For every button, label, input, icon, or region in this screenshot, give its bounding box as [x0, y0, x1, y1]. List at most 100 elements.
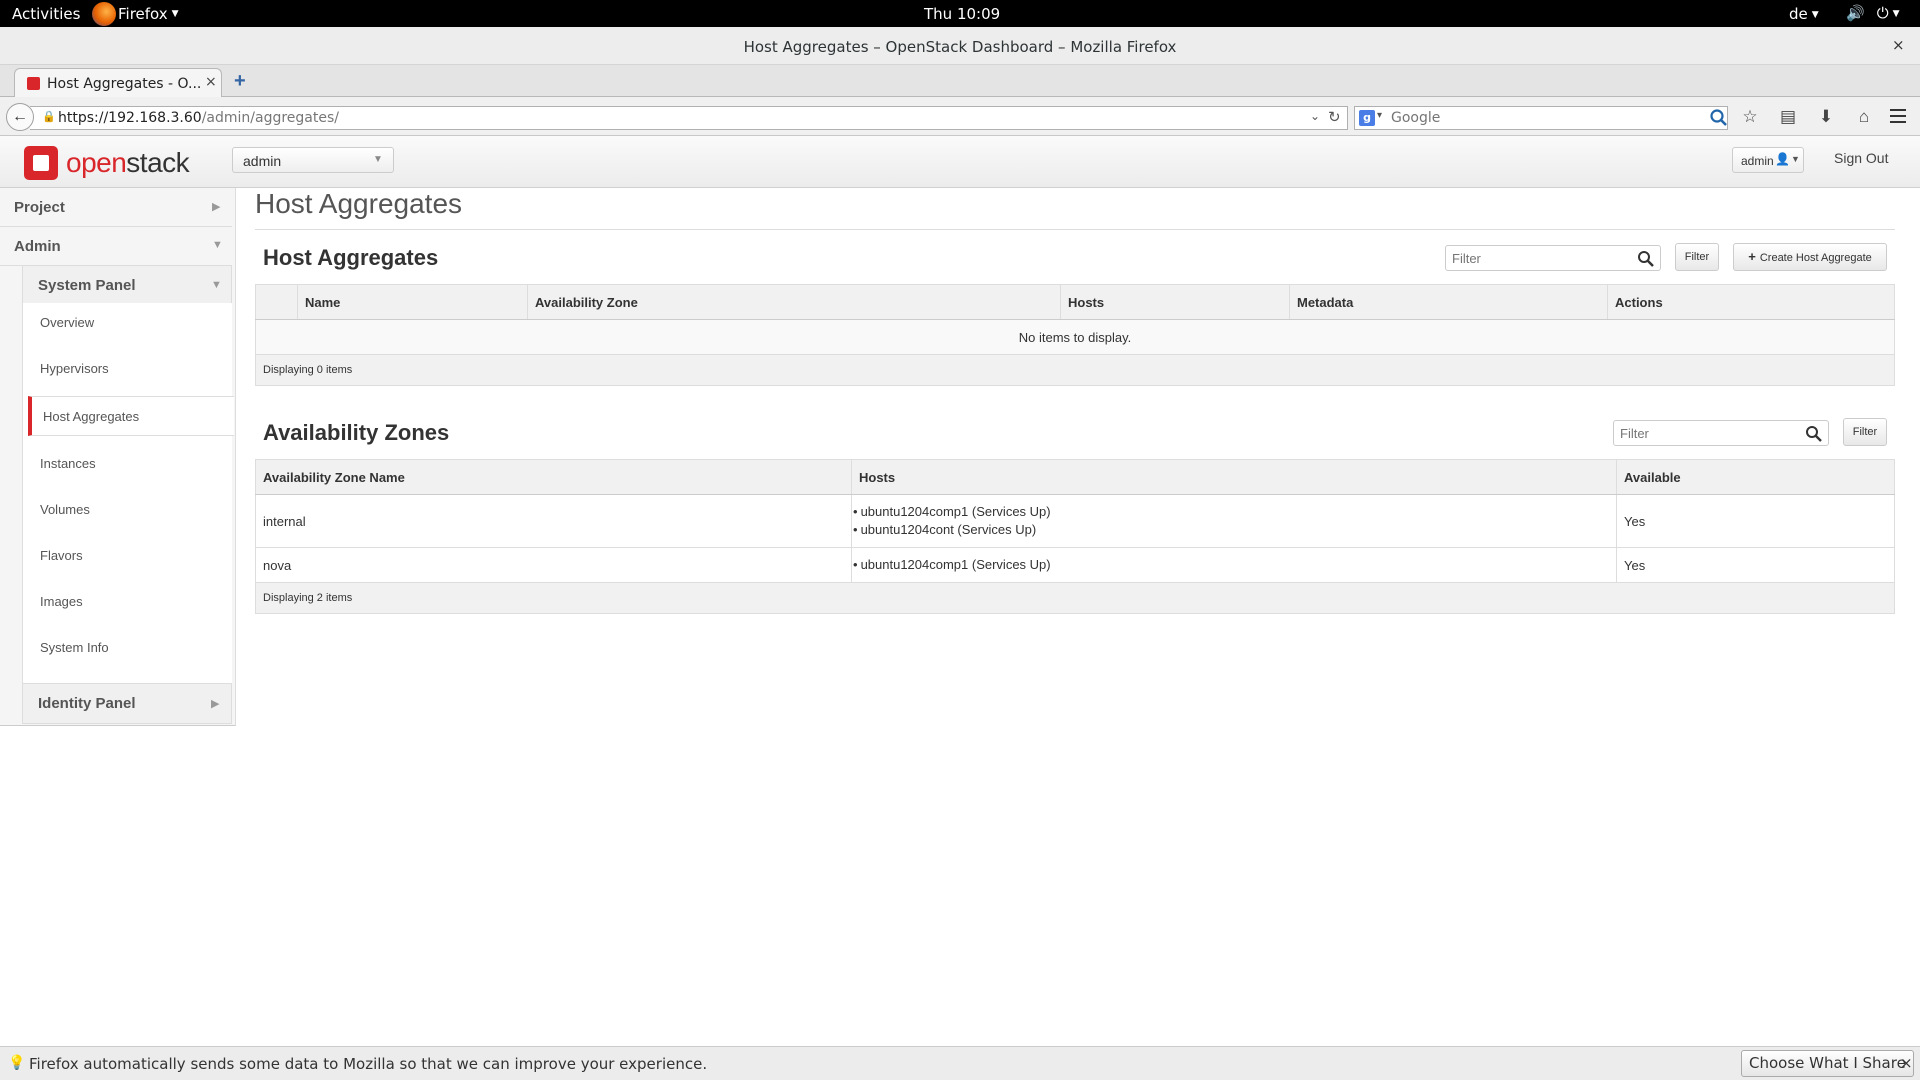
user-menu-label: admin	[1741, 154, 1774, 168]
aggregates-filter-field[interactable]	[1445, 245, 1661, 271]
zones-filter-field[interactable]	[1613, 420, 1829, 446]
zones-section-title: Availability Zones	[263, 420, 450, 445]
chevron-down-icon: ▼	[211, 279, 222, 291]
aggregates-filter-button[interactable]: Filter	[1675, 243, 1719, 271]
aggregates-table: Name Availability Zone Hosts Metadata Ac…	[255, 284, 1895, 386]
new-tab-button[interactable]: +	[234, 70, 246, 93]
list-item: ubuntu1204cont (Services Up)	[860, 521, 1609, 539]
sidebar-item-label: Volumes	[40, 502, 90, 517]
list-item: ubuntu1204comp1 (Services Up)	[860, 503, 1609, 521]
sidebar-item-system-info[interactable]: System Info	[23, 628, 233, 668]
column-header[interactable]: Hosts	[851, 459, 1617, 495]
choose-what-i-share-button[interactable]: Choose What I Share	[1741, 1050, 1914, 1077]
hamburger-menu-icon[interactable]	[1886, 105, 1910, 129]
history-dropdown-icon[interactable]: ⌄	[1310, 109, 1320, 123]
lock-icon[interactable]: 🔒	[42, 110, 56, 123]
column-header[interactable]: Availability Zone Name	[255, 459, 852, 495]
sign-out-link[interactable]: Sign Out	[1834, 150, 1888, 166]
sidebar-panel-label: Identity Panel	[38, 695, 136, 712]
home-icon[interactable]: ⌂	[1852, 105, 1876, 129]
sidebar-item-volumes[interactable]: Volumes	[23, 490, 233, 530]
sidebar-item-flavors[interactable]: Flavors	[23, 536, 233, 576]
sidebar-category-project[interactable]: Project ▶	[0, 188, 232, 227]
downloads-icon[interactable]: ⬇	[1814, 105, 1838, 129]
openstack-favicon-icon	[27, 77, 40, 90]
aggregates-filter-input[interactable]	[1452, 249, 1632, 267]
reload-icon[interactable]: ↻	[1328, 108, 1341, 126]
window-titlebar: Host Aggregates – OpenStack Dashboard – …	[0, 27, 1920, 65]
clock[interactable]: Thu 10:09	[924, 5, 1000, 23]
keyboard-layout-label: de	[1789, 5, 1808, 23]
project-selector[interactable]: admin ▼	[232, 147, 394, 173]
sidebar-item-label: System Info	[40, 640, 109, 655]
search-engine-dropdown-icon[interactable]: ▾	[1377, 110, 1382, 121]
column-header[interactable]: Name	[297, 284, 528, 320]
browser-tab[interactable]: Host Aggregates - O... ×	[14, 68, 222, 98]
chevron-down-icon: ▼	[1811, 10, 1819, 20]
volume-icon[interactable]: 🔊	[1846, 4, 1865, 22]
search-bar[interactable]: g ▾	[1354, 106, 1728, 130]
tab-title: Host Aggregates - O...	[47, 76, 202, 92]
dashboard-header: openstack admin ▼ admin 👤 ▼ Sign Out	[0, 136, 1920, 188]
chevron-right-icon: ▶	[211, 698, 220, 710]
tab-strip: Host Aggregates - O... × +	[0, 65, 1920, 98]
bookmark-star-icon[interactable]: ☆	[1738, 105, 1762, 129]
user-menu[interactable]: admin 👤 ▼	[1732, 147, 1804, 173]
sidebar-category-label: Project	[14, 199, 65, 216]
sidebar-item-images[interactable]: Images	[23, 582, 233, 622]
column-header[interactable]: Availability Zone	[527, 284, 1061, 320]
table-row: internal ubuntu1204comp1 (Services Up) u…	[255, 494, 1895, 548]
url-text[interactable]: https://192.168.3.60/admin/aggregates/	[58, 110, 339, 126]
google-engine-icon[interactable]: g	[1359, 110, 1375, 126]
sidebar-item-label: Overview	[40, 315, 95, 330]
sidebar-category-label: Admin	[14, 238, 61, 255]
power-icon[interactable]: ⏻ ▼	[1877, 4, 1900, 22]
zones-filter-input[interactable]	[1620, 424, 1800, 442]
search-input[interactable]	[1391, 108, 1691, 128]
host-list: ubuntu1204comp1 (Services Up) ubuntu1204…	[860, 503, 1609, 539]
sidebar-category-admin[interactable]: Admin ▼	[0, 227, 232, 266]
sidebar-item-label: Instances	[40, 456, 96, 471]
column-header[interactable]: Available	[1616, 459, 1895, 495]
chevron-down-icon: ▼	[212, 239, 223, 251]
url-bar[interactable]: 🔒 https://192.168.3.60/admin/aggregates/…	[30, 106, 1348, 130]
lightbulb-icon: 💡	[8, 1055, 26, 1071]
sidebar-panel-system[interactable]: System Panel ▼	[22, 265, 232, 306]
column-header[interactable]: Metadata	[1289, 284, 1608, 320]
sidebar-panel-label: System Panel	[38, 277, 136, 294]
sidebar-item-instances[interactable]: Instances	[23, 444, 233, 484]
data-reporting-notification: 💡 Firefox automatically sends some data …	[0, 1046, 1920, 1080]
activities-button[interactable]: Activities	[12, 5, 80, 23]
sidebar-panel-items: Overview Hypervisors Host Aggregates Ins…	[22, 303, 234, 683]
aggregates-section-title: Host Aggregates	[263, 245, 439, 270]
zone-name-cell: nova	[255, 547, 852, 583]
column-header[interactable]: Hosts	[1060, 284, 1290, 320]
keyboard-layout-menu[interactable]: de ▼	[1789, 5, 1819, 23]
chevron-down-icon: ▼	[373, 154, 383, 165]
sidebar-panel-identity[interactable]: Identity Panel ▶	[22, 683, 232, 724]
tab-close-icon[interactable]: ×	[205, 74, 217, 90]
app-menu[interactable]: Firefox ▼	[92, 2, 179, 26]
sidebar-item-host-aggregates[interactable]: Host Aggregates	[28, 396, 234, 436]
create-host-aggregate-button[interactable]: + Create Host Aggregate	[1733, 243, 1887, 271]
zone-available-cell: Yes	[1616, 494, 1895, 548]
zones-filter-button[interactable]: Filter	[1843, 418, 1887, 446]
sidebar: Project ▶ Admin ▼ System Panel ▼ Overvie…	[0, 188, 236, 726]
back-button[interactable]: ←	[6, 103, 34, 131]
search-icon[interactable]	[1709, 108, 1729, 128]
system-top-bar: Activities Firefox ▼ Thu 10:09 de ▼ 🔊 ⏻ ▼	[0, 0, 1920, 27]
system-tray[interactable]: 🔊 ⏻ ▼	[1846, 4, 1899, 22]
sidebar-item-label: Images	[40, 594, 83, 609]
notification-close-icon[interactable]: ×	[1900, 1054, 1913, 1072]
sidebar-item-hypervisors[interactable]: Hypervisors	[23, 349, 233, 389]
chevron-down-icon: ▼	[1791, 154, 1800, 164]
table-row: nova ubuntu1204comp1 (Services Up) Yes	[255, 547, 1895, 583]
window-close-icon[interactable]: ×	[1892, 36, 1905, 54]
openstack-logo[interactable]: openstack	[24, 146, 190, 180]
url-host: https://192.168.3.60	[58, 110, 202, 126]
search-icon	[1806, 426, 1822, 442]
chevron-right-icon: ▶	[212, 201, 221, 213]
notification-message: Firefox automatically sends some data to…	[29, 1055, 708, 1073]
bookmarks-menu-icon[interactable]: ▤	[1776, 105, 1800, 129]
sidebar-item-overview[interactable]: Overview	[23, 303, 233, 343]
